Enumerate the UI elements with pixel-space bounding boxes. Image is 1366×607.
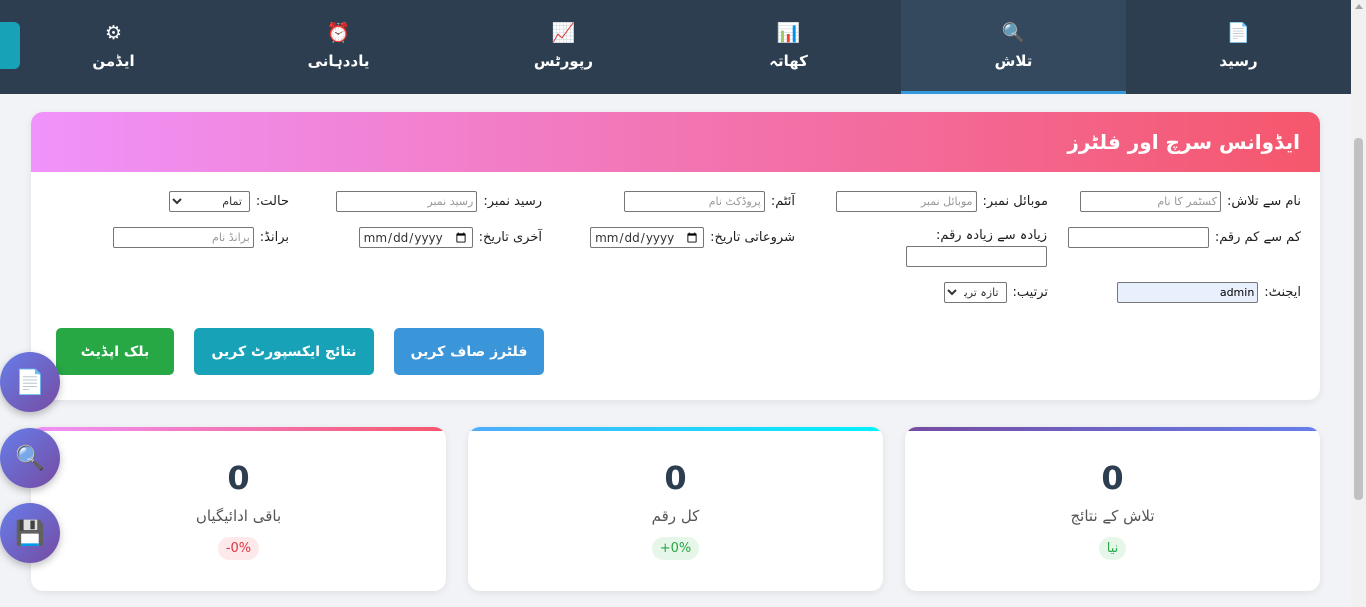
mobile-label: موبائل نمبر: [982, 194, 1048, 209]
status-field: حالت: تمام [168, 191, 289, 212]
stat-card-pending-payments: 0 باقی ادائیگیاں -0% [31, 427, 446, 591]
start-date-label: شروعاتی تاریخ: [710, 230, 795, 245]
alarm-clock-icon: ⏰ [326, 21, 351, 44]
scroll-up-arrow-icon[interactable] [1355, 4, 1363, 9]
stat-card-total-amount: 0 کل رقم +0% [468, 427, 883, 591]
stat-label: کل رقم [651, 507, 700, 525]
brand-label: برانڈ: [259, 230, 289, 245]
max-amount-field: زیادہ سے زیادہ رقم: [906, 228, 1047, 267]
stat-badge: نیا [1098, 537, 1127, 560]
fab-save-button[interactable]: 💾 [0, 503, 60, 563]
sort-field: ترتیب: تازہ ترین [943, 282, 1048, 303]
tab-label: تلاش [994, 52, 1033, 70]
tab-label: رپورٹس [533, 52, 594, 70]
ledger-chart-icon: 📊 [776, 21, 801, 44]
start-date-field: شروعاتی تاریخ: [590, 227, 795, 248]
search-icon: 🔍 [15, 444, 45, 472]
stat-value: 0 [664, 459, 687, 497]
tab-receipt[interactable]: 📄 رسید [1126, 0, 1351, 94]
mobile-input[interactable] [835, 191, 977, 212]
agent-field: ایجنٹ: [1117, 282, 1301, 303]
min-amount-label: کم سے کم رقم: [1214, 230, 1301, 245]
item-field: آئٹم: [623, 191, 795, 212]
top-nav: 📄 رسید 🔍 تلاش 📊 کھاتہ 📈 رپورٹس ⏰ یاددہان… [0, 0, 1351, 94]
receipt-number-input[interactable] [336, 191, 478, 212]
status-select[interactable]: تمام [168, 191, 250, 212]
gear-icon: ⚙ [104, 21, 123, 44]
tab-reports[interactable]: 📈 رپورٹس [451, 0, 676, 94]
sort-label: ترتیب: [1012, 285, 1048, 300]
agent-label: ایجنٹ: [1264, 285, 1301, 300]
brand-field: برانڈ: [112, 227, 289, 248]
brand-input[interactable] [112, 227, 254, 248]
stat-accent-bar [468, 427, 883, 431]
stat-badge: +0% [651, 537, 700, 560]
sort-select[interactable]: تازہ ترین [943, 282, 1007, 303]
status-label: حالت: [255, 194, 289, 209]
stat-value: 0 [1101, 459, 1124, 497]
bulk-update-button[interactable]: بلک اپڈیٹ [56, 328, 174, 375]
end-date-input[interactable] [358, 227, 473, 248]
tab-reminders[interactable]: ⏰ یاددہانی [226, 0, 451, 94]
stat-accent-bar [31, 427, 446, 431]
fab-search-button[interactable]: 🔍 [0, 428, 60, 488]
page-scrollbar[interactable] [1351, 0, 1366, 607]
item-input[interactable] [623, 191, 765, 212]
stat-value: 0 [227, 459, 250, 497]
start-date-input[interactable] [590, 227, 705, 248]
max-amount-input[interactable] [906, 246, 1047, 267]
tab-label: کھاتہ [769, 52, 808, 70]
tab-search[interactable]: 🔍 تلاش [901, 0, 1126, 94]
sidebar-toggle-handle[interactable] [0, 22, 20, 69]
scroll-thumb[interactable] [1354, 138, 1363, 500]
advanced-search-panel: ایڈوانس سرچ اور فلٹرز نام سے تلاش: موبائ… [31, 112, 1320, 400]
tab-label: رسید [1219, 52, 1258, 70]
max-amount-label: زیادہ سے زیادہ رقم: [936, 228, 1047, 243]
stat-label: باقی ادائیگیاں [195, 507, 282, 525]
save-icon: 💾 [15, 519, 45, 547]
min-amount-field: کم سے کم رقم: [1067, 227, 1301, 248]
search-panel-title: ایڈوانس سرچ اور فلٹرز [1067, 130, 1300, 154]
stat-label: تلاش کے نتائج [1070, 507, 1155, 525]
stat-accent-bar [905, 427, 1320, 431]
tab-label: یاددہانی [307, 52, 370, 70]
receipt-icon: 📄 [1226, 21, 1251, 44]
item-label: آئٹم: [770, 194, 795, 209]
receipt-icon: 📄 [15, 368, 45, 396]
name-search-input[interactable] [1079, 191, 1221, 212]
search-icon: 🔍 [1001, 21, 1026, 44]
search-panel-header: ایڈوانس سرچ اور فلٹرز [31, 112, 1320, 172]
mobile-field: موبائل نمبر: [835, 191, 1048, 212]
reports-chart-icon: 📈 [551, 21, 576, 44]
fab-receipt-button[interactable]: 📄 [0, 352, 60, 412]
tab-label: ایڈمن [92, 52, 135, 70]
name-search-field: نام سے تلاش: [1079, 191, 1301, 212]
receipt-number-field: رسید نمبر: [336, 191, 542, 212]
agent-input[interactable] [1117, 282, 1259, 303]
stat-badge: -0% [217, 537, 260, 560]
tab-ledger[interactable]: 📊 کھاتہ [676, 0, 901, 94]
clear-filters-button[interactable]: فلٹرز صاف کریں [394, 328, 544, 375]
stat-card-search-results: 0 تلاش کے نتائج نیا [905, 427, 1320, 591]
tab-admin[interactable]: ⚙ ایڈمن [1, 0, 226, 94]
receipt-number-label: رسید نمبر: [483, 194, 542, 209]
export-results-button[interactable]: نتائج ایکسپورٹ کریں [194, 328, 374, 375]
end-date-field: آخری تاریخ: [358, 227, 542, 248]
min-amount-input[interactable] [1067, 227, 1209, 248]
name-search-label: نام سے تلاش: [1226, 194, 1301, 209]
end-date-label: آخری تاریخ: [478, 230, 542, 245]
